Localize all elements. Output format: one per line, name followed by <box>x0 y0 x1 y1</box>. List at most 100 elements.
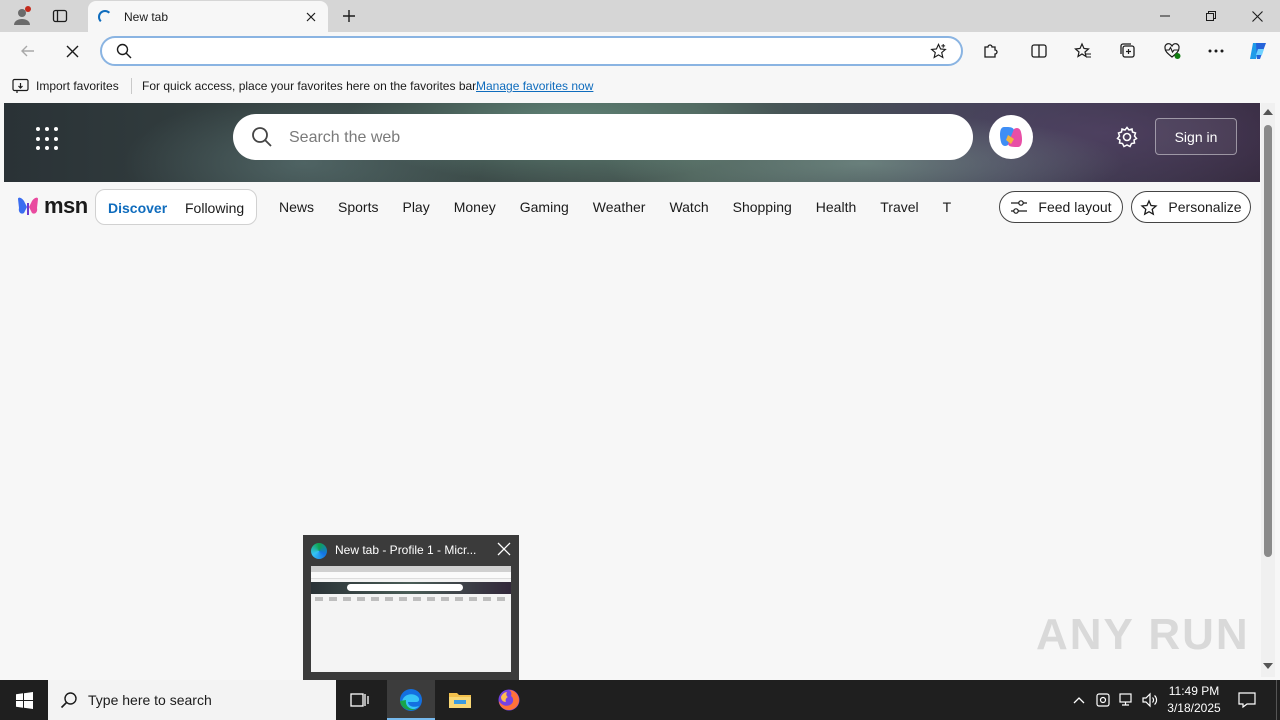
page-scrollbar[interactable] <box>1261 103 1275 677</box>
favorites-bar: Import favorites For quick access, place… <box>0 70 1280 102</box>
tab-actions-button[interactable] <box>46 3 74 29</box>
taskbar-search-box[interactable]: Type here to search <box>48 680 336 720</box>
tray-meet-now[interactable] <box>1093 690 1113 710</box>
split-screen-icon <box>1031 44 1047 58</box>
puzzle-icon <box>984 44 998 58</box>
browser-toolbar <box>0 32 1280 70</box>
taskbar-thumbnail-preview[interactable]: New tab - Profile 1 - Micr... <box>303 535 519 680</box>
app-launcher-icon[interactable] <box>34 125 62 153</box>
task-view-button[interactable] <box>336 680 384 720</box>
favorites-hint: For quick access, place your favorites h… <box>142 79 479 93</box>
close-icon <box>1251 10 1263 22</box>
tray-network[interactable] <box>1116 690 1136 710</box>
close-window-button[interactable] <box>1234 0 1280 32</box>
nav-traffic[interactable]: Traffic <box>943 199 951 215</box>
edge-icon <box>400 689 422 711</box>
taskbar-edge[interactable] <box>387 680 435 720</box>
network-icon <box>1119 693 1132 706</box>
scroll-down-arrow-icon[interactable] <box>1263 663 1273 669</box>
folder-icon <box>449 693 471 708</box>
collections-button[interactable] <box>1113 36 1143 66</box>
scroll-up-arrow-icon[interactable] <box>1263 109 1273 115</box>
address-input[interactable] <box>142 42 902 60</box>
preview-thumbnail <box>311 566 511 672</box>
copilot-button[interactable] <box>1243 36 1273 66</box>
restore-button[interactable] <box>1188 0 1234 32</box>
sign-in-button[interactable]: Sign in <box>1155 118 1237 155</box>
tray-volume[interactable] <box>1140 690 1160 710</box>
extensions-button[interactable] <box>976 36 1006 66</box>
windows-taskbar: Type here to search 11:49 PM 3/18/2025 <box>0 680 1280 720</box>
tab-new-tab[interactable]: New tab <box>88 1 328 32</box>
close-icon <box>66 45 78 57</box>
back-button[interactable] <box>13 36 43 66</box>
nav-health[interactable]: Health <box>816 199 856 215</box>
profile-button[interactable] <box>8 3 36 29</box>
plus-icon <box>343 10 355 22</box>
show-desktop-button[interactable] <box>1276 680 1280 720</box>
chevron-up-icon <box>1073 697 1085 704</box>
favorites-divider <box>131 78 132 94</box>
nav-travel[interactable]: Travel <box>880 199 918 215</box>
browser-essentials-button[interactable] <box>1157 36 1187 66</box>
scroll-thumb[interactable] <box>1264 125 1272 557</box>
import-favorites-button[interactable]: Import favorites <box>12 78 119 94</box>
nav-gaming[interactable]: Gaming <box>520 199 569 215</box>
edge-icon <box>311 543 327 559</box>
page-viewport: Sign in msn Discover Following News Sport… <box>4 103 1260 677</box>
task-view-icon <box>350 693 369 707</box>
favorites-star-icon <box>1074 42 1091 58</box>
sparkle-star-icon <box>1140 198 1158 216</box>
msn-butterfly-icon <box>18 197 38 215</box>
gear-icon <box>1116 126 1138 148</box>
page-settings-button[interactable] <box>1113 123 1141 151</box>
nav-money[interactable]: Money <box>454 199 496 215</box>
watermark-text: ANY RUN <box>1036 610 1250 659</box>
taskbar-file-explorer[interactable] <box>436 680 484 720</box>
tab-discover[interactable]: Discover <box>108 200 167 216</box>
settings-and-more-button[interactable] <box>1201 36 1231 66</box>
web-search-input[interactable] <box>289 128 929 148</box>
firefox-icon <box>498 689 520 711</box>
nav-weather[interactable]: Weather <box>593 199 646 215</box>
heartbeat-icon <box>1164 43 1181 59</box>
category-nav: News Sports Play Money Gaming Weather Watch Sho… <box>279 199 951 219</box>
manage-favorites-link[interactable]: Manage favorites now <box>476 79 593 93</box>
import-favorites-label: Import favorites <box>36 79 119 93</box>
taskbar-search-placeholder: Type here to search <box>88 692 212 708</box>
favorites-button[interactable] <box>1068 36 1098 66</box>
close-icon[interactable] <box>497 542 511 556</box>
search-icon <box>60 692 77 709</box>
msn-logo[interactable]: msn <box>16 193 88 219</box>
action-center-button[interactable] <box>1232 690 1262 710</box>
show-hidden-icons-button[interactable] <box>1069 690 1089 710</box>
tab-following[interactable]: Following <box>185 200 244 216</box>
taskbar-firefox[interactable] <box>485 680 533 720</box>
star-add-favorite-icon[interactable] <box>930 43 947 60</box>
copilot-icon <box>1000 127 1022 147</box>
personalize-button[interactable]: Personalize <box>1131 191 1251 223</box>
msn-nav-row: msn Discover Following News Sports Play Mon… <box>4 182 1260 232</box>
address-bar[interactable] <box>100 36 963 66</box>
minimize-button[interactable] <box>1142 0 1188 32</box>
tab-title: New tab <box>124 10 169 24</box>
nav-news[interactable]: News <box>279 199 314 215</box>
start-button[interactable] <box>0 680 48 720</box>
tab-close-button[interactable] <box>302 8 320 26</box>
nav-shopping[interactable]: Shopping <box>733 199 792 215</box>
search-icon <box>116 43 132 59</box>
tab-strip: New tab <box>0 0 1280 32</box>
nav-play[interactable]: Play <box>402 199 429 215</box>
search-icon <box>252 127 272 147</box>
tab-actions-icon <box>52 9 68 23</box>
nav-watch[interactable]: Watch <box>669 199 708 215</box>
nav-sports[interactable]: Sports <box>338 199 378 215</box>
new-tab-button[interactable] <box>336 3 362 29</box>
web-search-box[interactable] <box>233 114 973 160</box>
feed-layout-button[interactable]: Feed layout <box>999 191 1123 223</box>
taskbar-clock[interactable]: 11:49 PM 3/18/2025 <box>1160 683 1228 717</box>
split-screen-button[interactable] <box>1024 36 1054 66</box>
stop-loading-button[interactable] <box>57 36 87 66</box>
sliders-icon <box>1011 200 1028 214</box>
copilot-launch-button[interactable] <box>989 115 1033 159</box>
